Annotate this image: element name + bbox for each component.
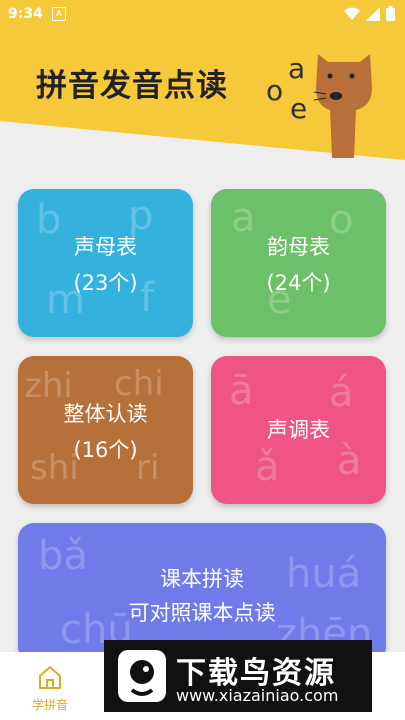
bird-logo-icon [118, 650, 166, 702]
whole-syllables-card[interactable]: zhi chi shi ri 整体认读 (16个) [18, 356, 193, 504]
status-time: 9:34 [8, 6, 43, 22]
card-title: 课本拼读 [160, 567, 244, 591]
tones-card[interactable]: ā á ǎ à 声调表 [211, 356, 386, 504]
watermark: ā [229, 368, 254, 414]
notification-icon: A [52, 7, 66, 21]
battery-icon [386, 6, 395, 21]
card-subtitle: 可对照课本点读 [128, 601, 276, 625]
cat-illustration [313, 54, 372, 158]
card-title: 声调表 [267, 418, 330, 442]
initials-card[interactable]: b p m f 声母表 (23个) [18, 189, 193, 337]
finals-card[interactable]: a o e 韵母表 (24个) [211, 189, 386, 337]
tab-learn-pinyin[interactable]: 学拼音 [20, 664, 80, 713]
watermark-banner: 下载鸟资源 www.xiazainiao.com [104, 640, 372, 712]
signal-icon [366, 6, 380, 21]
card-count: (16个) [73, 438, 138, 462]
watermark: ǎ [255, 444, 280, 490]
card-count: (24个) [266, 271, 331, 295]
watermark: á [329, 370, 354, 416]
letter-e: e [290, 92, 308, 125]
card-count: (23个) [73, 271, 138, 295]
status-bar: 9:34 A [0, 0, 405, 28]
card-title: 韵母表 [267, 235, 330, 259]
letter-a: a [288, 52, 306, 85]
tab-label: 学拼音 [31, 698, 68, 712]
page-title: 拼音发音点读 [36, 68, 228, 104]
card-title: 整体认读 [63, 402, 148, 426]
card-title: 声母表 [74, 235, 137, 259]
wifi-icon [344, 7, 360, 20]
home-icon [39, 666, 61, 689]
status-icons [344, 6, 395, 21]
letter-o: o [266, 74, 284, 107]
banner-url: www.xiazainiao.com [176, 686, 339, 705]
